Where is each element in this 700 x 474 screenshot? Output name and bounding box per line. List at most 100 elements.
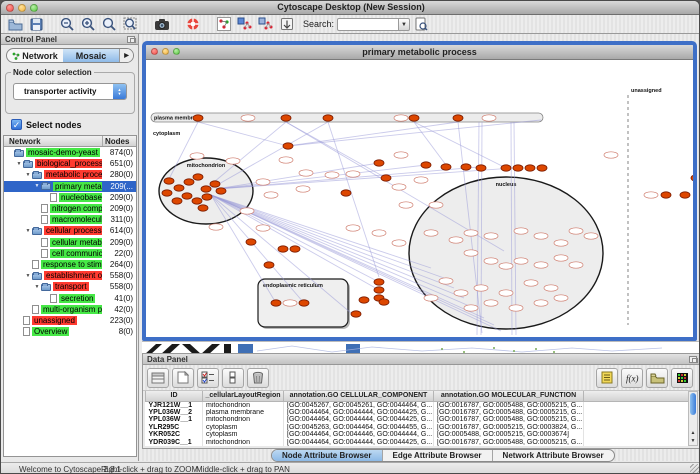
table-cell[interactable]: [GO:0016787, GO:0005488, GO:0005215, G..… bbox=[434, 439, 584, 447]
app-titlebar[interactable]: Cytoscape Desktop (New Session) bbox=[1, 1, 700, 15]
tab-overflow-arrow[interactable]: ▶ bbox=[119, 49, 133, 62]
network-node-label[interactable] bbox=[644, 192, 658, 198]
tree-col-nodes[interactable]: Nodes bbox=[102, 136, 136, 146]
tree-row[interactable]: ▼biological_process651(0) bbox=[4, 158, 136, 169]
select-attributes-button[interactable] bbox=[147, 368, 169, 388]
table-cell[interactable] bbox=[584, 439, 690, 447]
network-canvas[interactable]: plasma membranecytoplasmmitochondrionnuc… bbox=[146, 61, 693, 337]
network-node[interactable] bbox=[184, 179, 194, 185]
tab-edge-attribute-browser[interactable]: Edge Attribute Browser bbox=[382, 450, 492, 461]
table-cell[interactable]: mitochondrion bbox=[203, 439, 284, 447]
table-cell[interactable]: [GO:0016787, GO:0005215, GO:0003824, G..… bbox=[434, 424, 584, 432]
zoom-selected-button[interactable] bbox=[99, 16, 120, 33]
expander-icon[interactable]: ▼ bbox=[24, 228, 32, 234]
network-node[interactable] bbox=[359, 297, 369, 303]
annotation-tool-2-icon[interactable] bbox=[255, 16, 276, 33]
table-cell[interactable] bbox=[584, 401, 690, 409]
network-node[interactable] bbox=[162, 190, 172, 196]
network-node-label[interactable] bbox=[325, 172, 339, 178]
network-node-label[interactable] bbox=[226, 158, 240, 164]
network-tree-header[interactable]: Network Nodes bbox=[4, 136, 136, 147]
expander-icon[interactable]: ▼ bbox=[33, 284, 41, 290]
table-row[interactable]: YKR052Ccytoplasm[GO:0044464, GO:0044446,… bbox=[146, 431, 690, 439]
network-node-label[interactable] bbox=[190, 153, 204, 159]
network-node-label[interactable] bbox=[464, 230, 478, 236]
network-node-label[interactable] bbox=[372, 230, 386, 236]
network-node[interactable] bbox=[323, 115, 333, 121]
select-nodes-checkbox[interactable]: ✓ bbox=[11, 119, 22, 130]
network-node-label[interactable] bbox=[394, 152, 408, 158]
network-node[interactable] bbox=[661, 192, 671, 198]
help-button[interactable] bbox=[182, 16, 203, 33]
network-node[interactable] bbox=[461, 164, 471, 170]
network-node-label[interactable] bbox=[474, 285, 488, 291]
network-node[interactable] bbox=[281, 115, 291, 121]
table-cell[interactable]: [GO:0016787, GO:0005488, GO:0005215, G..… bbox=[434, 401, 584, 409]
network-node[interactable] bbox=[453, 115, 463, 121]
network-node-label[interactable] bbox=[414, 177, 428, 183]
tree-row[interactable]: cell communicat22(0) bbox=[4, 248, 136, 259]
network-node-label[interactable] bbox=[509, 305, 523, 311]
network-node-label[interactable] bbox=[584, 233, 598, 239]
network-node[interactable] bbox=[246, 239, 256, 245]
network-node[interactable] bbox=[164, 178, 174, 184]
table-column-header[interactable]: ID bbox=[146, 391, 203, 401]
zoom-fit-button[interactable] bbox=[120, 16, 141, 33]
network-node-label[interactable] bbox=[439, 278, 453, 284]
table-cell[interactable]: [GO:0044464, GO:0044444, GO:0044425, G..… bbox=[284, 439, 434, 447]
tree-row[interactable]: ▼primary metabo209(... bbox=[4, 181, 136, 192]
network-node[interactable] bbox=[193, 174, 203, 180]
tree-row[interactable]: unassigned223(0) bbox=[4, 315, 136, 326]
tree-row[interactable]: ▼transport558(0) bbox=[4, 281, 136, 292]
network-node[interactable] bbox=[379, 299, 389, 305]
network-node[interactable] bbox=[525, 165, 535, 171]
scrollbar-thumb[interactable] bbox=[690, 393, 696, 415]
network-node-label[interactable] bbox=[256, 179, 270, 185]
resize-grip[interactable] bbox=[690, 464, 700, 474]
attribute-batch-edit-button[interactable] bbox=[197, 368, 219, 388]
table-cell[interactable]: [GO:0005488, GO:0005215, GO:0003674] bbox=[434, 431, 584, 439]
open-attributes-folder-button[interactable] bbox=[646, 368, 668, 388]
table-row[interactable]: YDR039C__1mitochondrion[GO:0044464, GO:0… bbox=[146, 439, 690, 447]
network-node[interactable] bbox=[174, 185, 184, 191]
network-node[interactable] bbox=[216, 188, 226, 194]
expander-icon[interactable]: ▼ bbox=[33, 183, 41, 189]
network-node-label[interactable] bbox=[449, 237, 463, 243]
data-panel-float-icon[interactable] bbox=[689, 356, 697, 363]
network-node-label[interactable] bbox=[299, 170, 313, 176]
tree-col-network[interactable]: Network bbox=[4, 136, 102, 146]
network-node-label[interactable] bbox=[554, 295, 568, 301]
network-node[interactable] bbox=[172, 198, 182, 204]
network-node-label[interactable] bbox=[604, 152, 618, 158]
network-node[interactable] bbox=[421, 162, 431, 168]
network-node-label[interactable] bbox=[209, 224, 223, 230]
table-column-header[interactable]: annotation.GO CELLULAR_COMPONENT bbox=[284, 391, 434, 401]
delete-attribute-button[interactable] bbox=[247, 368, 269, 388]
float-panel-icon[interactable] bbox=[127, 36, 135, 43]
table-column-header[interactable]: annotation.GO MOLECULAR_FUNCTION bbox=[434, 391, 584, 401]
search-options-icon[interactable] bbox=[410, 16, 431, 33]
network-node[interactable] bbox=[513, 165, 523, 171]
network-node-label[interactable] bbox=[482, 115, 496, 121]
network-node-label[interactable] bbox=[399, 202, 413, 208]
table-cell[interactable]: cytoplasm bbox=[203, 431, 284, 439]
table-cell[interactable]: mitochondrion bbox=[203, 401, 284, 409]
table-cell[interactable]: [GO:0045267, GO:0045261, GO:0044464, G..… bbox=[284, 401, 434, 409]
table-cell[interactable]: [GO:0044464, GO:0044446, GO:0044444, G..… bbox=[284, 431, 434, 439]
network-node-label[interactable] bbox=[534, 300, 548, 306]
table-column-header[interactable] bbox=[584, 391, 690, 401]
network-node[interactable] bbox=[278, 246, 288, 252]
network-node-label[interactable] bbox=[424, 295, 438, 301]
network-node-label[interactable] bbox=[392, 184, 406, 190]
table-row[interactable]: YLR295Ccytoplasm[GO:0045263, GO:0044464,… bbox=[146, 424, 690, 432]
network-node[interactable] bbox=[299, 300, 309, 306]
plugin-manager-icon[interactable] bbox=[213, 16, 234, 33]
tree-row[interactable]: macromolecule311(0) bbox=[4, 214, 136, 225]
tab-node-attribute-browser[interactable]: Node Attribute Browser bbox=[272, 450, 382, 461]
attribute-pair-button[interactable] bbox=[222, 368, 244, 388]
network-node-label[interactable] bbox=[346, 225, 360, 231]
network-node[interactable] bbox=[198, 205, 208, 211]
annotation-tool-1-icon[interactable] bbox=[234, 16, 255, 33]
network-node-label[interactable] bbox=[454, 290, 468, 296]
tree-row[interactable]: nitrogen compo209(0) bbox=[4, 203, 136, 214]
